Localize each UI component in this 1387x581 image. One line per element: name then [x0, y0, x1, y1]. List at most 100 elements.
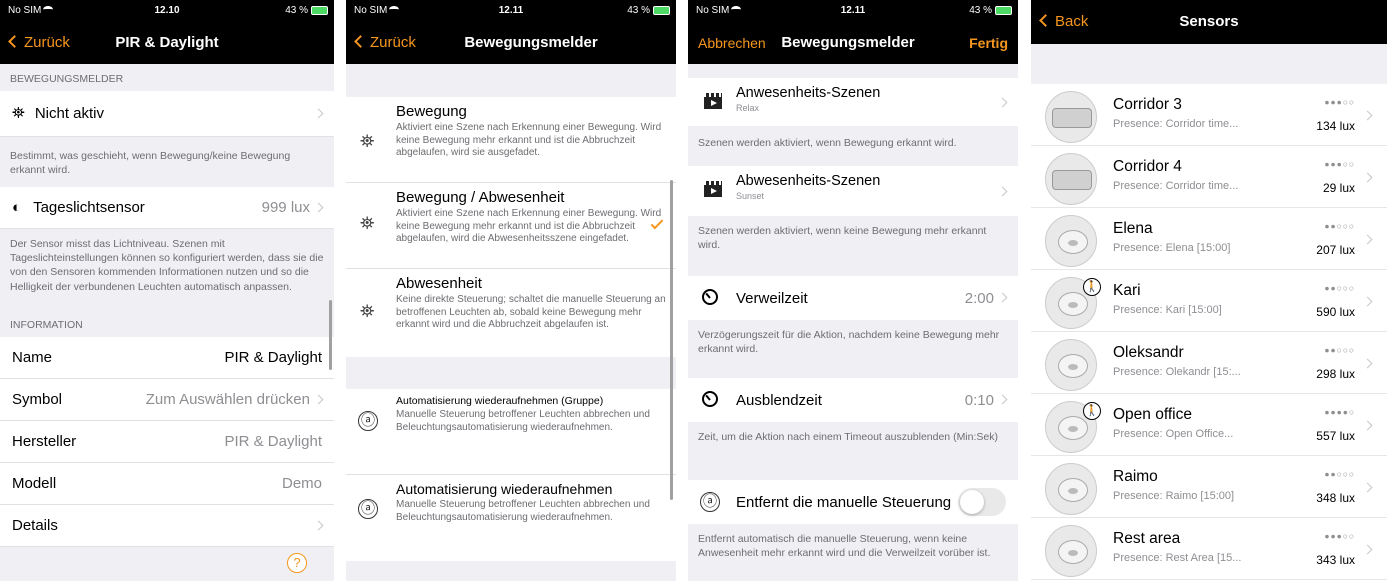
signal-strength: ●●●●○ — [1324, 407, 1355, 417]
sensor-name: Rest area — [1113, 530, 1181, 547]
presence-scenes-row[interactable]: Anwesenheits-Szenen Relax — [688, 78, 1018, 126]
sensor-presence: Presence: Raimo [15:00] — [1113, 490, 1235, 502]
daylight-label: Tageslichtsensor — [33, 199, 145, 216]
sensor-name: Oleksandr — [1113, 344, 1184, 361]
help-icon[interactable]: ? — [287, 553, 307, 573]
clapperboard-icon — [704, 181, 722, 197]
sensor-lux: 207 lux — [1316, 243, 1355, 257]
remove-manual-control-row: ⓐ Entfernt die manuelle Steuerung — [688, 480, 1018, 524]
hold-time-row[interactable]: Verweilzeit 2:00 — [688, 276, 1018, 320]
motion-mode-label: Nicht aktiv — [34, 105, 104, 122]
hold-time-label: Verweilzeit — [736, 289, 808, 307]
option-title: Bewegung / Abwesenheit — [396, 189, 565, 206]
sensor-row[interactable]: 🚶 Kari Presence: Kari [15:00] ●●○○○ 590 lux — [1031, 272, 1387, 332]
sensor-lux: 557 lux — [1316, 429, 1355, 443]
motion-settings-screen: No SIM 12.11 43 % Abbrechen Bewegungsmel… — [688, 0, 1018, 581]
ceiling-sensor-image — [1058, 478, 1088, 502]
chevron-right-icon — [1362, 296, 1373, 307]
timer-icon — [702, 391, 718, 407]
motion-mode-row[interactable]: ⛯ Nicht aktiv — [0, 91, 334, 137]
signal-strength: ●●●○○ — [1324, 531, 1355, 541]
info-row-name: Name PIR & Daylight — [0, 337, 334, 379]
info-label: Details — [12, 517, 58, 534]
battery-percent: 43 % — [969, 5, 992, 16]
chevron-left-icon — [354, 35, 367, 48]
corridor-sensor-image — [1052, 170, 1092, 190]
timer-icon — [702, 289, 718, 305]
ceiling-sensor-image — [1058, 354, 1088, 378]
absence-footer: Szenen werden aktiviert, wenn keine Bewe… — [698, 225, 987, 252]
sensor-row[interactable]: Raimo Presence: Raimo [15:00] ●●○○○ 348 lux — [1031, 458, 1387, 518]
option-motion[interactable]: ⛯ Bewegung Aktiviert eine Szene nach Erk… — [346, 97, 676, 183]
fade-time-value: 0:10 — [964, 392, 994, 409]
sensor-lux: 134 lux — [1316, 119, 1355, 133]
automation-icon: ⓐ — [358, 411, 378, 431]
sensor-thumbnail — [1045, 91, 1097, 143]
status-bar: No SIM 12.11 43 % — [346, 0, 676, 22]
sensor-row[interactable]: Oleksandr Presence: Olekandr [15:... ●●○○○… — [1031, 334, 1387, 394]
hold-time-footer: Verzögerungszeit für die Aktion, nachdem… — [698, 329, 1000, 356]
sensor-thumbnail — [1045, 153, 1097, 205]
automation-icon: ⓐ — [700, 492, 720, 512]
chevron-right-icon — [1362, 172, 1373, 183]
absence-scenes-row[interactable]: Abwesenheits-Szenen Sunset — [688, 166, 1018, 216]
sensor-name: Corridor 4 — [1113, 158, 1182, 175]
sensor-row[interactable]: Corridor 4 Presence: Corridor time... ●●●○… — [1031, 148, 1387, 208]
option-description: Aktiviert eine Szene nach Erkennung eine… — [396, 208, 662, 244]
info-row-symbol[interactable]: Symbol Zum Auswählen drücken — [0, 379, 334, 421]
fade-time-row[interactable]: Ausblendzeit 0:10 — [688, 378, 1018, 422]
absence-scenes-label: Abwesenheits-Szenen — [736, 173, 881, 189]
sensor-row[interactable]: Corridor 3 Presence: Corridor time... ●●●○… — [1031, 86, 1387, 146]
presence-walker-icon: 🚶 — [1083, 402, 1101, 420]
sensor-row[interactable]: 🚶 Open office Presence: Open Office... ●●●●… — [1031, 396, 1387, 456]
info-label: Name — [12, 349, 53, 366]
sensors-screen: Back Sensors Corridor 3 Presence: Corrido… — [1031, 0, 1387, 581]
option-resume-automation[interactable]: ⓐ Automatisierung wiederaufnehmen Manuel… — [346, 475, 676, 561]
absence-scenes-value: Sunset — [736, 191, 765, 201]
chevron-right-icon — [1362, 234, 1373, 245]
sensor-presence: Presence: Elena [15:00] — [1113, 242, 1231, 254]
motion-mode-screen: No SIM 12.11 43 % Zurück Bewegungsmelder… — [346, 0, 676, 581]
nav-bar: Abbrechen Bewegungsmelder Fertig — [688, 22, 1018, 64]
info-value: Demo — [281, 475, 322, 492]
option-description: Aktiviert eine Szene nach Erkennung eine… — [396, 122, 662, 158]
scrollbar[interactable] — [329, 300, 332, 370]
section-header-information: INFORMATION — [10, 319, 83, 331]
presence-scenes-value: Relax — [736, 103, 760, 113]
battery-icon — [653, 6, 670, 15]
section-header-motion: BEWEGUNGSMELDER — [10, 73, 124, 85]
chevron-right-icon — [1362, 420, 1373, 431]
scrollbar[interactable] — [670, 180, 673, 500]
info-label: Hersteller — [12, 433, 77, 450]
status-bar: No SIM 12.10 43 % — [0, 0, 334, 22]
sensor-presence: Presence: Kari [15:00] — [1113, 304, 1222, 316]
daylight-value: 999 lux — [261, 199, 310, 216]
sensor-thumbnail — [1045, 463, 1097, 515]
chevron-right-icon — [313, 520, 324, 531]
option-resume-automation-group[interactable]: ⓐ Automatisierung wiederaufnehmen (Grupp… — [346, 389, 676, 475]
chevron-right-icon — [997, 292, 1008, 303]
sensor-row[interactable]: Rest area Presence: Rest Area [15... ●●●○○… — [1031, 520, 1387, 580]
sensor-lux: 29 lux — [1322, 181, 1355, 195]
absence-sensor-icon: ⛯ — [360, 301, 375, 321]
daylight-sensor-row[interactable]: ◐ Tageslichtsensor 999 lux — [0, 187, 334, 229]
option-motion-absence[interactable]: ⛯ Bewegung / Abwesenheit Aktiviert eine … — [346, 183, 676, 269]
nav-bar: Zurück PIR & Daylight — [0, 22, 334, 64]
info-row-details[interactable]: Details — [0, 505, 334, 547]
signal-strength: ●●●○○ — [1324, 97, 1355, 107]
option-absence[interactable]: ⛯ Abwesenheit Keine direkte Steuerung; s… — [346, 269, 676, 357]
chevron-right-icon — [1362, 482, 1373, 493]
info-value: Zum Auswählen drücken — [145, 391, 310, 408]
status-bar: No SIM 12.11 43 % — [688, 0, 1018, 22]
sensor-row[interactable]: Elena Presence: Elena [15:00] ●●○○○ 207 lux — [1031, 210, 1387, 270]
presence-footer: Szenen werden aktiviert, wenn Bewegung e… — [698, 137, 957, 149]
sensor-presence: Presence: Corridor time... — [1113, 180, 1239, 192]
done-button[interactable]: Fertig — [969, 35, 1008, 51]
option-title: Automatisierung wiederaufnehmen — [396, 481, 613, 497]
info-value: PIR & Daylight — [224, 433, 322, 450]
sensor-thumbnail — [1045, 215, 1097, 267]
remove-manual-toggle[interactable] — [958, 488, 1006, 516]
sensor-lux: 590 lux — [1316, 305, 1355, 319]
clapperboard-icon — [704, 93, 722, 109]
motion-sensor-icon: ⛯ — [12, 104, 25, 122]
